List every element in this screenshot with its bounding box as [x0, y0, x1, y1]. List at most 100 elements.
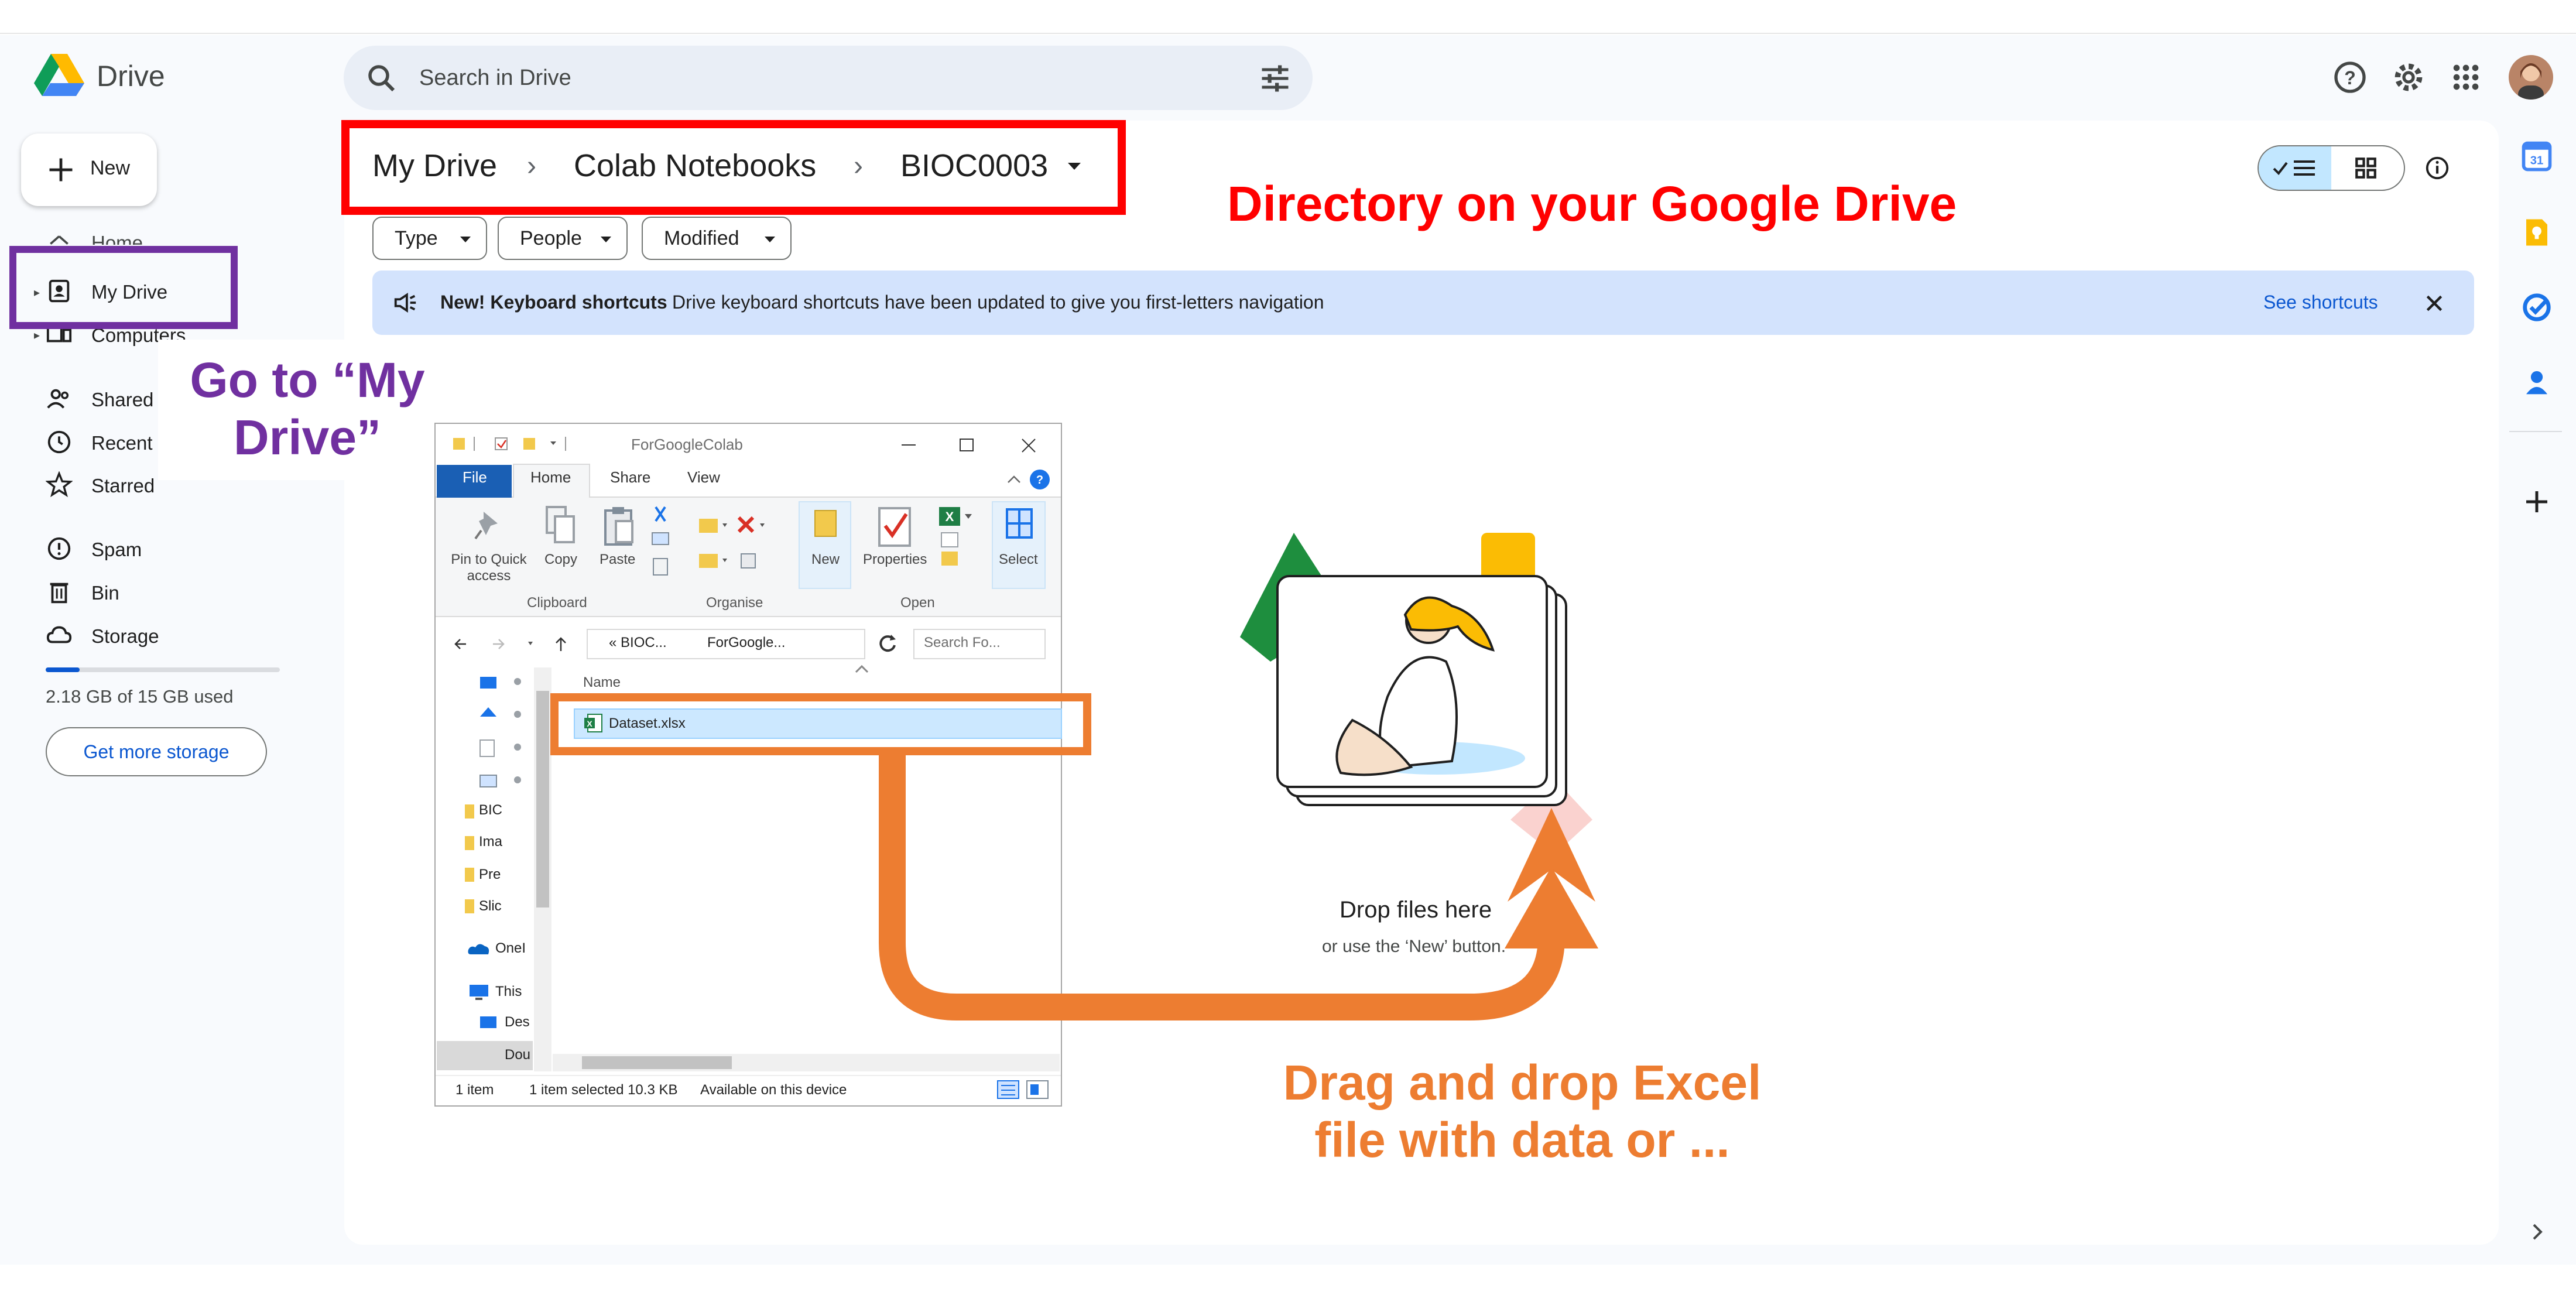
avatar[interactable] [2509, 55, 2553, 100]
explorer-tab-share[interactable]: Share [610, 468, 650, 487]
brand-name: Drive [97, 60, 165, 93]
svg-text:31: 31 [2530, 155, 2544, 167]
annotation-directory: Directory on your Google Drive [1227, 176, 1957, 231]
clock-icon [47, 430, 71, 454]
annotation-go-to-my-drive: Go to “My Drive” [190, 352, 425, 465]
sidebar-item-recent[interactable]: Recent [91, 432, 153, 454]
help-icon[interactable]: ? [2331, 59, 2369, 96]
status-item-count: 1 item [455, 1082, 494, 1098]
address-segment-current[interactable]: ForGoogle... [707, 635, 785, 651]
sidebar-item-bin[interactable]: Bin [91, 582, 119, 604]
sidebar-item-storage[interactable]: Storage [91, 625, 159, 648]
grid-view-icon[interactable] [2354, 156, 2378, 180]
explorer-nav-arrows-icon[interactable] [452, 632, 581, 656]
pin-to-quick-access-button[interactable]: Pin to Quick access [445, 552, 533, 584]
nav-item-desktop[interactable]: Des [505, 1014, 530, 1030]
add-addon-icon[interactable] [2521, 486, 2553, 518]
nav-item-this-pc[interactable]: This [495, 984, 522, 1000]
properties-button[interactable]: Properties [863, 552, 927, 568]
storage-usage-text: 2.18 GB of 15 GB used [46, 686, 234, 707]
megaphone-icon [394, 293, 416, 313]
nav-item-slic[interactable]: Slic [479, 898, 502, 915]
explorer-search-placeholder: Search Fo... [924, 635, 1001, 650]
column-header-name[interactable]: Name [583, 674, 621, 691]
help-icon[interactable]: ? [1005, 467, 1051, 492]
settings-icon[interactable] [2390, 59, 2427, 96]
refresh-icon[interactable] [876, 632, 899, 656]
paste-icon [604, 507, 633, 546]
sidebar-item-home[interactable]: Home [91, 232, 143, 245]
new-folder-icon [814, 510, 837, 537]
quick-access-toolbar-icon[interactable] [451, 433, 568, 454]
info-icon[interactable] [2424, 155, 2451, 182]
close-icon[interactable] [2423, 292, 2446, 315]
folder-icons [465, 804, 474, 913]
my-drive-highlight-box [9, 246, 238, 329]
rail-divider [2509, 431, 2562, 432]
apps-grid-icon[interactable] [2447, 59, 2485, 96]
explorer-nav-scrollbar-thumb[interactable] [536, 691, 549, 908]
dropdown-caret-icon [765, 237, 775, 242]
sidebar-item-spam[interactable]: Spam [91, 539, 142, 561]
clipboard-small-icons [652, 506, 669, 576]
select-button[interactable]: Select [999, 552, 1038, 568]
svg-text:?: ? [1036, 474, 1043, 487]
search-options-icon[interactable] [1258, 61, 1293, 96]
dropdown-caret-icon [460, 237, 471, 242]
filter-type-label: Type [395, 227, 438, 249]
new-button[interactable]: New [811, 552, 840, 568]
explorer-tab-home[interactable]: Home [530, 468, 571, 487]
contacts-icon[interactable] [2521, 367, 2553, 398]
desktop-icon [480, 1016, 496, 1028]
cloud-icon [46, 626, 72, 643]
get-more-storage-button[interactable]: Get more storage [46, 727, 267, 776]
nav-item-onedrive[interactable]: OneI [495, 940, 526, 957]
storage-bar [46, 667, 280, 672]
top-strip [0, 0, 2576, 34]
view-mode-icons[interactable] [995, 1078, 1051, 1101]
bin-icon [50, 583, 68, 604]
explorer-tab-view[interactable]: View [687, 468, 720, 487]
copy-button[interactable]: Copy [544, 552, 577, 568]
spam-icon [47, 537, 71, 560]
plus-icon [49, 158, 73, 182]
status-selection: 1 item selected 10.3 KB [529, 1082, 678, 1098]
explorer-file-scrollbar-thumb[interactable] [582, 1056, 732, 1069]
calendar-icon[interactable]: 31 [2521, 141, 2553, 172]
address-segment-parent[interactable]: « BIOC... [609, 635, 667, 651]
tasks-icon[interactable] [2521, 292, 2553, 323]
nav-item-documents[interactable]: Dou [505, 1047, 530, 1063]
filter-modified-label: Modified [664, 227, 739, 249]
expand-panel-icon[interactable] [2530, 1221, 2544, 1242]
home-icon [50, 235, 68, 245]
keep-icon[interactable] [2521, 217, 2553, 248]
paste-button[interactable]: Paste [600, 552, 635, 568]
filter-type[interactable]: Type [372, 217, 487, 260]
search-icon[interactable] [364, 61, 399, 96]
window-controls-icon[interactable] [896, 436, 1048, 454]
select-icon [1006, 508, 1033, 539]
expand-caret-icon[interactable]: ▸ [34, 328, 40, 343]
status-availability: Available on this device [700, 1082, 847, 1098]
explorer-tab-file[interactable]: File [463, 468, 487, 487]
properties-icon [878, 507, 911, 547]
drive-logo-icon[interactable] [34, 53, 84, 97]
see-shortcuts-link[interactable]: See shortcuts [2263, 292, 2378, 313]
onedrive-icon [468, 944, 489, 954]
new-button[interactable] [21, 133, 157, 206]
sidebar-item-starred[interactable]: Starred [91, 475, 155, 497]
search-input[interactable] [419, 59, 1239, 97]
nav-item-pre[interactable]: Pre [479, 867, 501, 883]
dropdown-caret-icon [601, 237, 611, 242]
annotation-drag-and-drop: Drag and drop Excel file with data or ..… [1283, 1055, 1762, 1167]
banner-title: New! Keyboard shortcuts [440, 292, 667, 313]
nav-item-bic[interactable]: BIC [479, 802, 502, 819]
nav-item-ima[interactable]: Ima [479, 834, 502, 850]
breadcrumb-highlight-box [341, 120, 1126, 215]
explorer-title: ForGoogleColab [631, 436, 743, 453]
quick-access-pins-icon [479, 677, 521, 787]
filter-people[interactable]: People [498, 217, 628, 260]
ribbon-group-open: Open [900, 595, 935, 611]
filter-modified[interactable]: Modified [642, 217, 792, 260]
bottom-strip [0, 1265, 2576, 1315]
